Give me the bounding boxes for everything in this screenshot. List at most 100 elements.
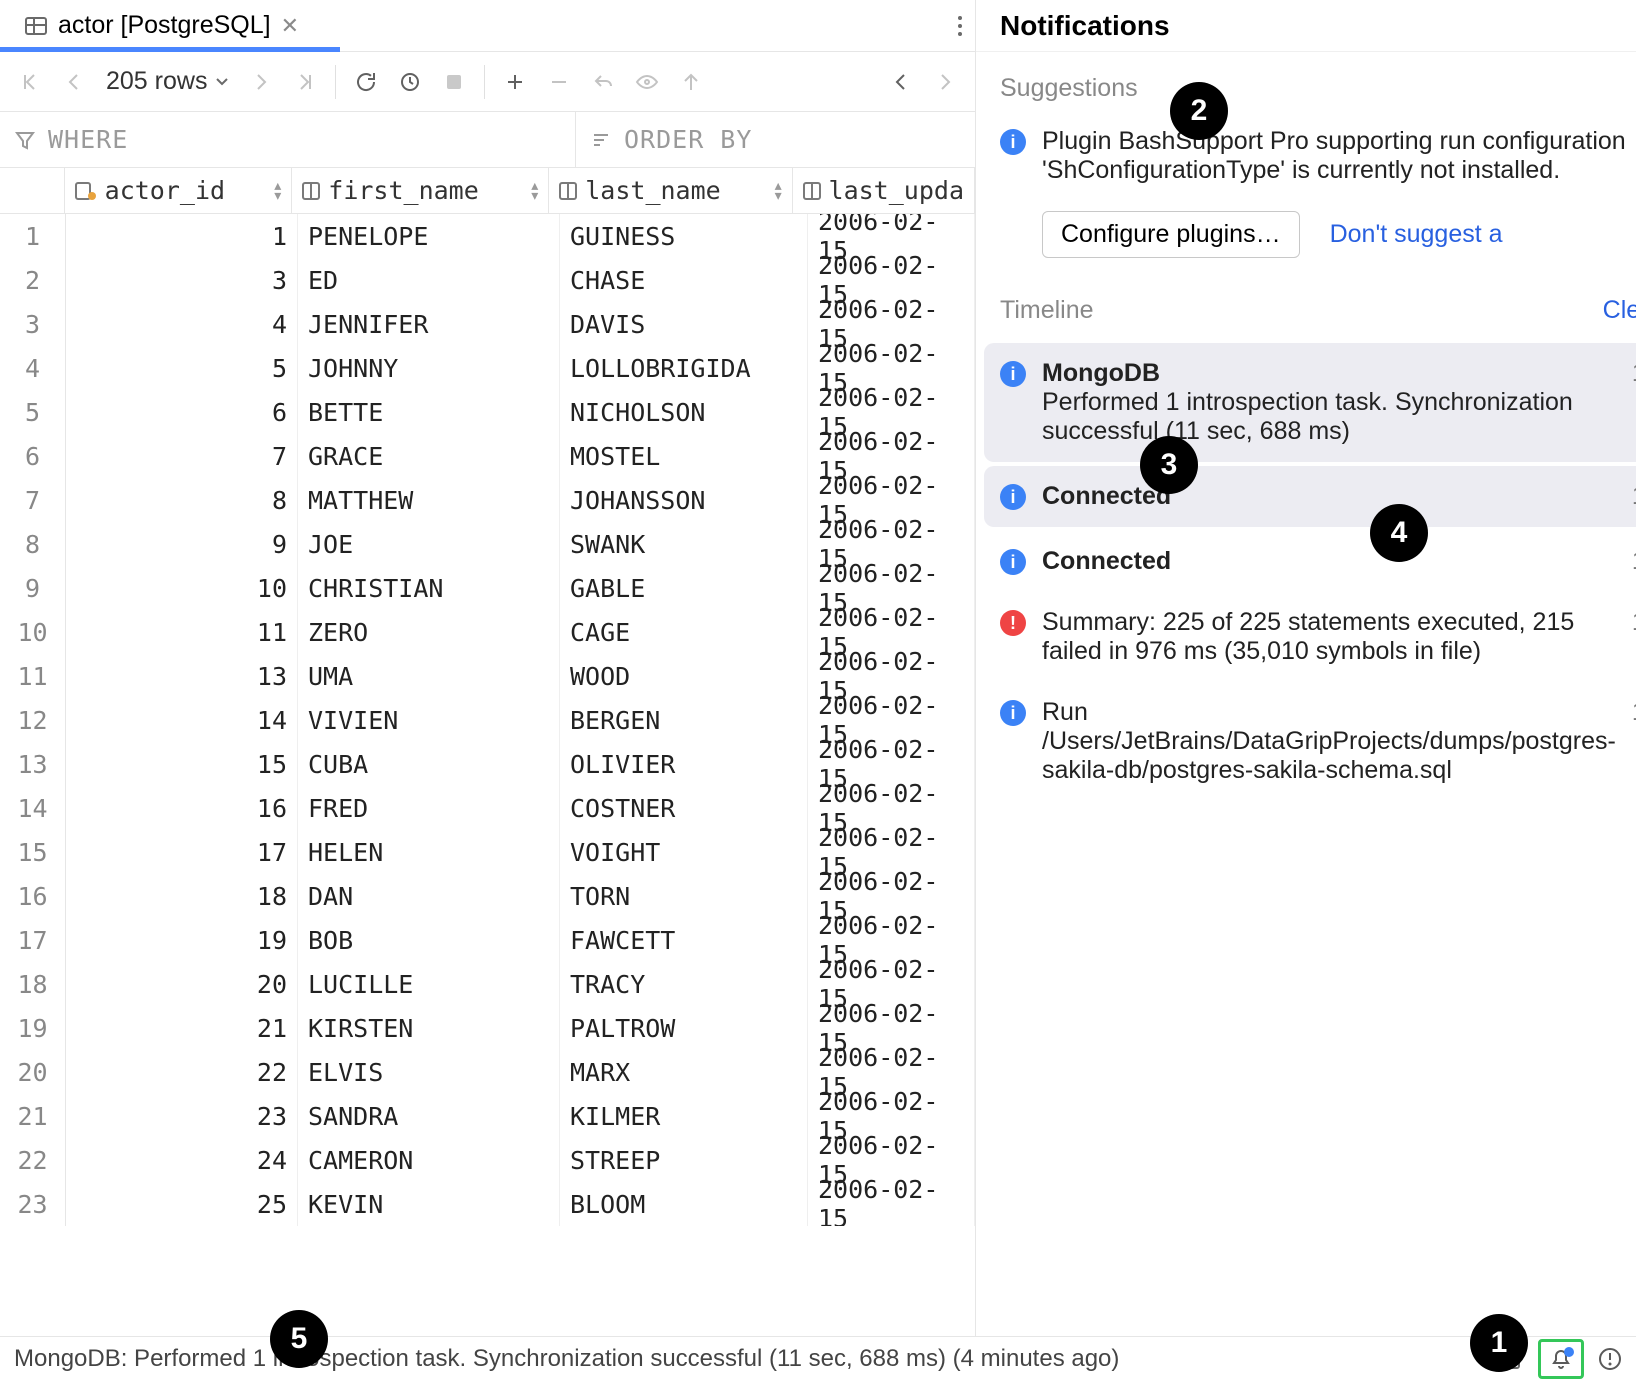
cell-actor-id[interactable]: 18 <box>66 874 298 918</box>
cell-actor-id[interactable]: 8 <box>66 478 298 522</box>
cell-last-name[interactable]: JOHANSSON <box>560 478 808 522</box>
cell-first-name[interactable]: KEVIN <box>298 1182 560 1226</box>
notifications-bell-button[interactable] <box>1538 1339 1584 1379</box>
cell-first-name[interactable]: MATTHEW <box>298 478 560 522</box>
cell-last-name[interactable]: BERGEN <box>560 698 808 742</box>
cell-first-name[interactable]: ELVIS <box>298 1050 560 1094</box>
cell-actor-id[interactable]: 19 <box>66 918 298 962</box>
auto-reload-button[interactable] <box>390 62 430 102</box>
cell-last-name[interactable]: CHASE <box>560 258 808 302</box>
cell-actor-id[interactable]: 24 <box>66 1138 298 1182</box>
cell-first-name[interactable]: SANDRA <box>298 1094 560 1138</box>
nav-forward-button[interactable] <box>925 62 965 102</box>
cell-actor-id[interactable]: 14 <box>66 698 298 742</box>
cell-last-name[interactable]: WOOD <box>560 654 808 698</box>
cell-last-update[interactable]: 2006-02-15 <box>808 1182 975 1226</box>
reload-button[interactable] <box>346 62 386 102</box>
row-count[interactable]: 205 rows <box>98 67 237 96</box>
last-page-button[interactable] <box>285 62 325 102</box>
prev-page-button[interactable] <box>54 62 94 102</box>
remove-row-button[interactable] <box>539 62 579 102</box>
column-actor-id[interactable]: actor_id ▴▾ <box>65 168 293 213</box>
nav-back-button[interactable] <box>881 62 921 102</box>
cell-first-name[interactable]: CHRISTIAN <box>298 566 560 610</box>
cell-actor-id[interactable]: 13 <box>66 654 298 698</box>
cell-last-name[interactable]: TRACY <box>560 962 808 1006</box>
cell-last-name[interactable]: OLIVIER <box>560 742 808 786</box>
close-icon[interactable]: ✕ <box>281 13 299 39</box>
cell-first-name[interactable]: FRED <box>298 786 560 830</box>
first-page-button[interactable] <box>10 62 50 102</box>
notification-item[interactable]: iRun /Users/JetBrains/DataGripProjects/d… <box>976 682 1636 801</box>
cell-first-name[interactable]: CAMERON <box>298 1138 560 1182</box>
cell-actor-id[interactable]: 1 <box>66 214 298 258</box>
cell-first-name[interactable]: JOHNNY <box>298 346 560 390</box>
cell-actor-id[interactable]: 21 <box>66 1006 298 1050</box>
cell-last-name[interactable]: MOSTEL <box>560 434 808 478</box>
cell-actor-id[interactable]: 3 <box>66 258 298 302</box>
cell-last-name[interactable]: STREEP <box>560 1138 808 1182</box>
cell-first-name[interactable]: GRACE <box>298 434 560 478</box>
column-last-update[interactable]: last_upda <box>793 168 975 213</box>
cell-last-name[interactable]: GUINESS <box>560 214 808 258</box>
notification-item[interactable]: iMongoDBPerformed 1 introspection task. … <box>984 343 1636 462</box>
cell-first-name[interactable]: DAN <box>298 874 560 918</box>
cell-first-name[interactable]: ZERO <box>298 610 560 654</box>
cell-last-name[interactable]: TORN <box>560 874 808 918</box>
notification-item[interactable]: iConnected14:06 <box>984 466 1636 527</box>
cell-last-name[interactable]: GABLE <box>560 566 808 610</box>
orderby-input[interactable]: ORDER BY <box>576 112 766 167</box>
cell-last-name[interactable]: NICHOLSON <box>560 390 808 434</box>
problems-icon[interactable] <box>1598 1347 1622 1371</box>
dont-suggest-link[interactable]: Don't suggest a <box>1330 220 1503 249</box>
cell-actor-id[interactable]: 23 <box>66 1094 298 1138</box>
cell-last-name[interactable]: BLOOM <box>560 1182 808 1226</box>
cell-last-name[interactable]: MARX <box>560 1050 808 1094</box>
cell-actor-id[interactable]: 16 <box>66 786 298 830</box>
cell-first-name[interactable]: BETTE <box>298 390 560 434</box>
cell-last-name[interactable]: KILMER <box>560 1094 808 1138</box>
notification-item[interactable]: !Summary: 225 of 225 statements executed… <box>976 592 1636 682</box>
cell-actor-id[interactable]: 11 <box>66 610 298 654</box>
cell-actor-id[interactable]: 6 <box>66 390 298 434</box>
submit-button[interactable] <box>671 62 711 102</box>
cell-actor-id[interactable]: 15 <box>66 742 298 786</box>
where-input[interactable]: WHERE <box>0 112 576 167</box>
cell-actor-id[interactable]: 22 <box>66 1050 298 1094</box>
notification-item[interactable]: iConnected13:37 <box>976 531 1636 592</box>
cell-actor-id[interactable]: 10 <box>66 566 298 610</box>
cell-actor-id[interactable]: 20 <box>66 962 298 1006</box>
cell-actor-id[interactable]: 5 <box>66 346 298 390</box>
cell-first-name[interactable]: LUCILLE <box>298 962 560 1006</box>
cell-actor-id[interactable]: 25 <box>66 1182 298 1226</box>
clear-all-link[interactable]: Clear all <box>1603 296 1636 325</box>
cell-first-name[interactable]: ED <box>298 258 560 302</box>
cell-first-name[interactable]: PENELOPE <box>298 214 560 258</box>
configure-plugins-button[interactable]: Configure plugins… <box>1042 211 1300 258</box>
cell-last-name[interactable]: COSTNER <box>560 786 808 830</box>
cell-first-name[interactable]: HELEN <box>298 830 560 874</box>
rownum-column[interactable] <box>0 168 65 213</box>
cell-last-name[interactable]: VOIGHT <box>560 830 808 874</box>
cell-last-name[interactable]: SWANK <box>560 522 808 566</box>
cell-last-name[interactable]: DAVIS <box>560 302 808 346</box>
cell-last-name[interactable]: PALTROW <box>560 1006 808 1050</box>
cell-actor-id[interactable]: 9 <box>66 522 298 566</box>
stop-button[interactable] <box>434 62 474 102</box>
tab-actor[interactable]: actor [PostgreSQL] ✕ <box>12 5 311 46</box>
column-last-name[interactable]: last_name ▴▾ <box>549 168 792 213</box>
cell-first-name[interactable]: BOB <box>298 918 560 962</box>
cell-actor-id[interactable]: 4 <box>66 302 298 346</box>
cell-first-name[interactable]: JOE <box>298 522 560 566</box>
cell-actor-id[interactable]: 17 <box>66 830 298 874</box>
cell-first-name[interactable]: CUBA <box>298 742 560 786</box>
cell-first-name[interactable]: VIVIEN <box>298 698 560 742</box>
tab-overflow-menu[interactable] <box>957 14 963 38</box>
cell-first-name[interactable]: JENNIFER <box>298 302 560 346</box>
table-row[interactable]: 2325KEVINBLOOM2006-02-15 <box>0 1182 975 1226</box>
cell-last-name[interactable]: CAGE <box>560 610 808 654</box>
revert-button[interactable] <box>583 62 623 102</box>
cell-last-name[interactable]: LOLLOBRIGIDA <box>560 346 808 390</box>
cell-actor-id[interactable]: 7 <box>66 434 298 478</box>
preview-changes-button[interactable] <box>627 62 667 102</box>
